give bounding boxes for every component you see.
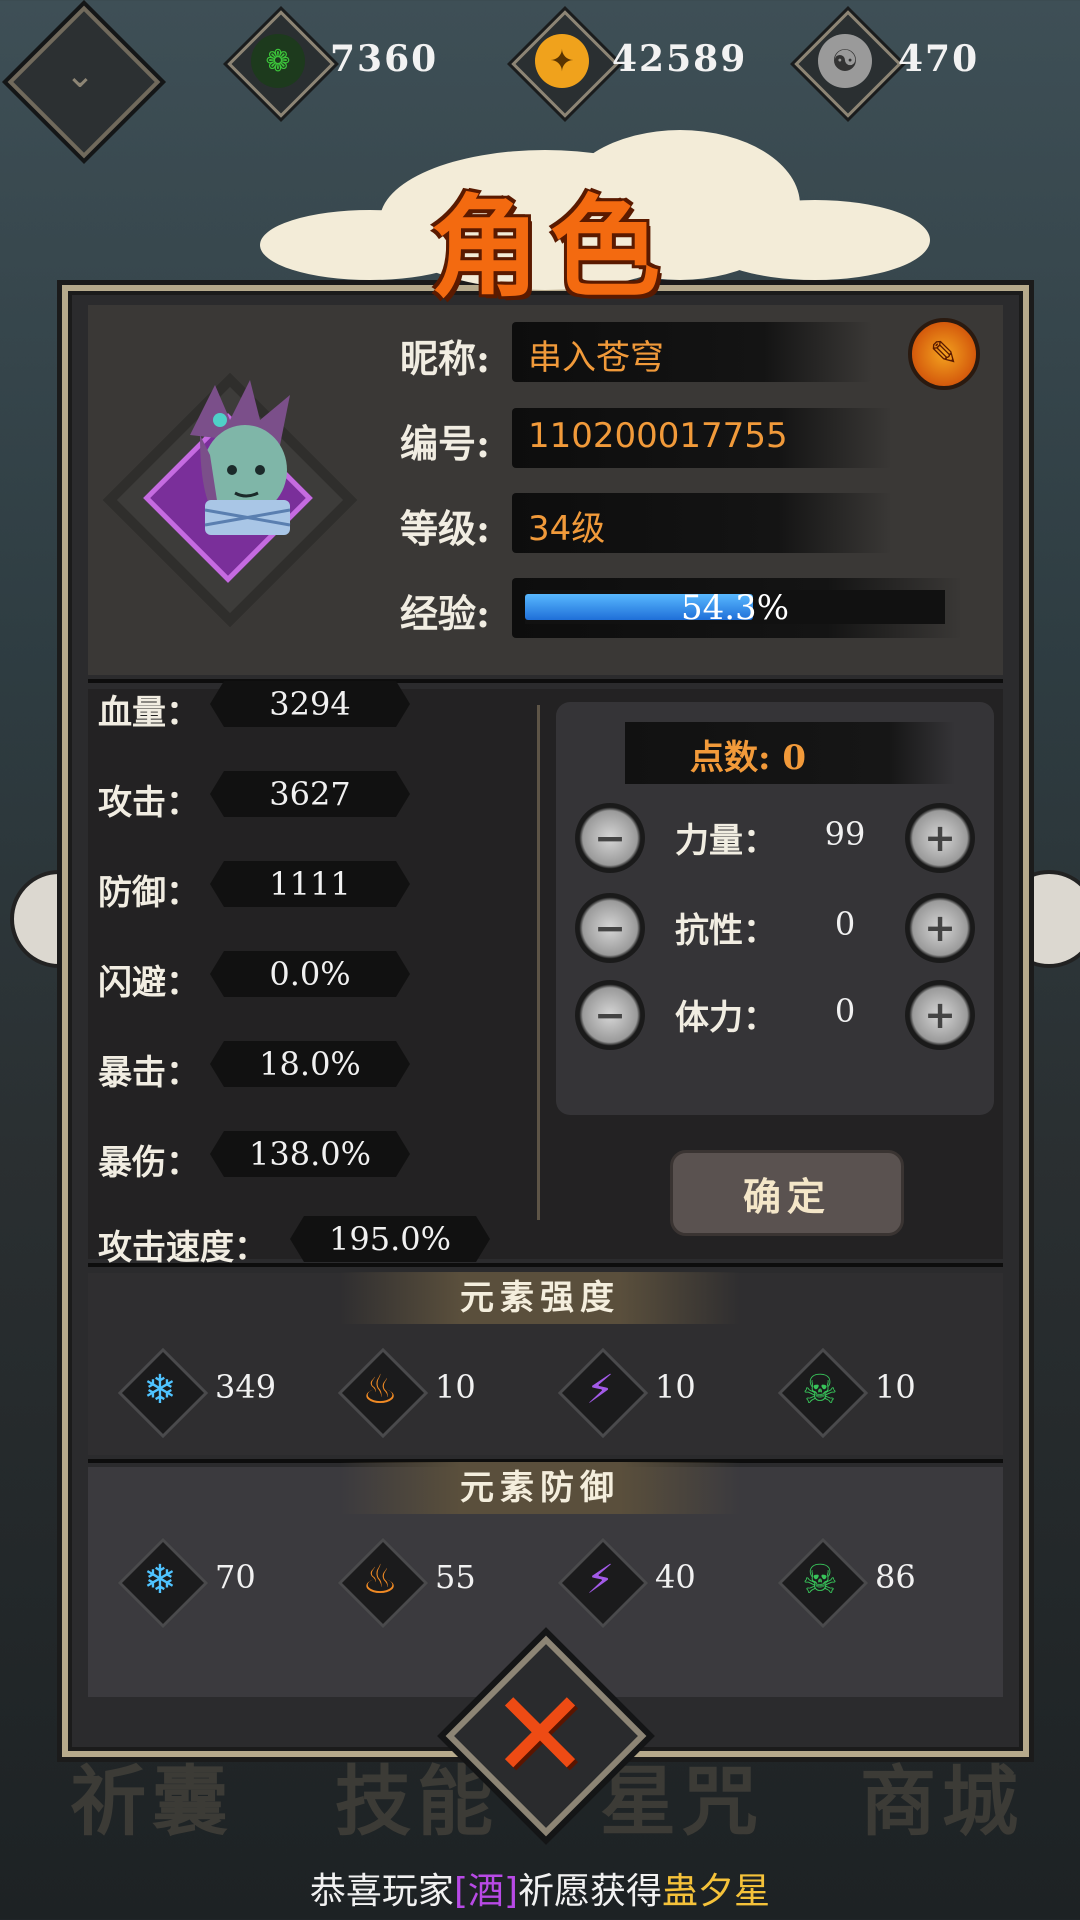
attribute-label: 抗性： (675, 911, 777, 951)
skull-icon: ☠ (802, 1367, 838, 1413)
id-value: 110200017755 (528, 416, 788, 456)
page-title: 角色 (430, 183, 670, 312)
announcement-ticker: 恭喜玩家[酒]祈愿获得蛊夕星 (0, 1862, 1080, 1914)
plus-icon: + (924, 993, 956, 1037)
ticker-item: 蛊夕星 (662, 1871, 771, 1912)
attribute-value: 0 (834, 992, 856, 1030)
nickname-value: 串入苍穹 (528, 338, 664, 378)
attribute-value: 0 (834, 905, 856, 943)
stat-label: 攻击速度： (98, 1228, 268, 1268)
gold-count: 42589 (612, 38, 748, 80)
stat-label: 暴击： (98, 1053, 200, 1093)
close-button[interactable]: ✕ (480, 1666, 600, 1805)
gold-coin-icon: ✦ (535, 34, 589, 88)
brush-icon: ✎ (929, 334, 959, 374)
ticker-player-tag: [酒] (453, 1871, 519, 1912)
lightning-icon: ⚡ (585, 1367, 615, 1413)
attribute-value: 99 (824, 815, 866, 853)
minus-icon: − (594, 816, 626, 860)
silver-count: 470 (898, 38, 980, 80)
stat-value: 195.0% (290, 1216, 490, 1262)
plus-icon: + (924, 816, 956, 860)
minus-icon: − (594, 993, 626, 1037)
element-value: 70 (215, 1558, 256, 1596)
currency-bar: ⌄ ❁ 7360 ✦ 42589 ☯ 470 (0, 0, 1080, 159)
minus-icon: − (594, 906, 626, 950)
stat-value: 18.0% (210, 1041, 410, 1087)
jade-count: 7360 (330, 38, 439, 80)
increase-attribute-button[interactable]: + (905, 980, 975, 1050)
avatar[interactable] (150, 370, 330, 550)
silver-swirl-icon: ☯ (818, 34, 872, 88)
ticker-middle: 祈愿获得 (518, 1871, 663, 1912)
lightning-icon: ⚡ (585, 1557, 615, 1603)
increase-attribute-button[interactable]: + (905, 803, 975, 873)
points-display: 点数: 0 (690, 730, 806, 779)
exp-label: 经验: (400, 591, 491, 636)
stats-divider (537, 705, 540, 1220)
stat-label: 暴伤： (98, 1143, 200, 1183)
stat-value: 1111 (210, 861, 410, 907)
stat-value: 0.0% (210, 951, 410, 997)
ticker-prefix: 恭喜玩家 (309, 1871, 454, 1912)
level-value: 34级 (528, 509, 606, 549)
fire-icon: ♨ (362, 1367, 398, 1413)
exp-progress-bar: 54.3% (525, 588, 945, 628)
confirm-button[interactable]: 确定 (670, 1150, 904, 1236)
snowflake-icon: ❄ (143, 1367, 177, 1413)
stat-label: 血量： (98, 693, 200, 733)
points-label: 点数: (690, 738, 771, 778)
edit-nickname-button[interactable]: ✎ (908, 318, 980, 390)
stat-value: 3627 (210, 771, 410, 817)
element-value: 349 (215, 1368, 277, 1406)
stat-label: 攻击： (98, 783, 200, 823)
element-value: 10 (875, 1368, 916, 1406)
green-spiral-icon: ❁ (251, 34, 305, 88)
increase-attribute-button[interactable]: + (905, 893, 975, 963)
fire-icon: ♨ (362, 1557, 398, 1603)
skull-icon: ☠ (802, 1557, 838, 1603)
element-value: 55 (435, 1558, 476, 1596)
stat-label: 闪避： (98, 963, 200, 1003)
title-cloud (700, 200, 930, 280)
decrease-attribute-button[interactable]: − (575, 980, 645, 1050)
element-value: 40 (655, 1558, 696, 1596)
element-value: 86 (875, 1558, 916, 1596)
decrease-attribute-button[interactable]: − (575, 803, 645, 873)
plus-icon: + (924, 906, 956, 950)
close-icon: ✕ (489, 1665, 591, 1805)
stat-label: 防御： (98, 873, 200, 913)
level-label: 等级: (400, 506, 491, 551)
element-strength-title: 元素强度 (340, 1272, 740, 1324)
element-defense-title: 元素防御 (340, 1462, 740, 1514)
element-value: 10 (655, 1368, 696, 1406)
element-value: 10 (435, 1368, 476, 1406)
id-label: 编号: (400, 421, 491, 466)
attribute-label: 体力： (675, 998, 777, 1038)
attribute-label: 力量： (675, 821, 777, 861)
chevron-down-icon: ⌄ (64, 54, 96, 96)
stat-value: 3294 (210, 681, 410, 727)
exp-percent: 54.3% (680, 588, 789, 628)
decrease-attribute-button[interactable]: − (575, 893, 645, 963)
points-value: 0 (782, 738, 807, 778)
stat-value: 138.0% (210, 1131, 410, 1177)
snowflake-icon: ❄ (143, 1557, 177, 1603)
nickname-label: 昵称: (400, 336, 491, 381)
